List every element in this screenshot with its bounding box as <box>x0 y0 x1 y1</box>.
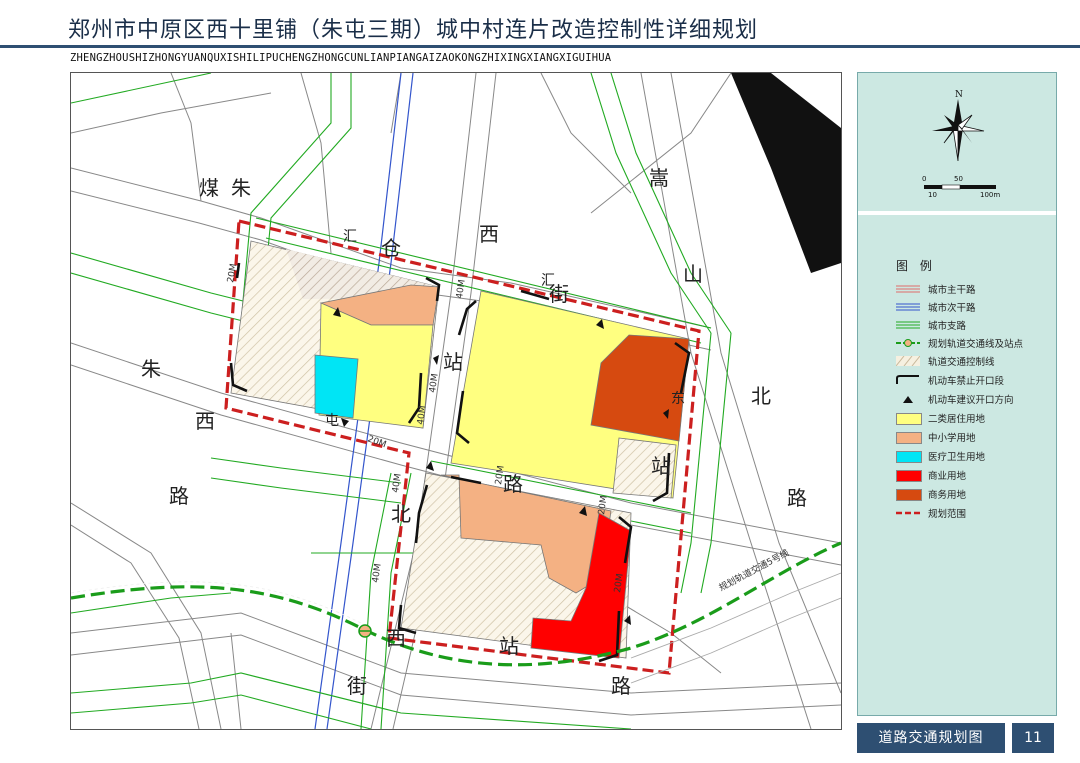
north-label: N <box>955 90 963 100</box>
rail-station-icon <box>358 624 372 638</box>
legend-item-opening-direction: 机动车建议开口方向 <box>858 392 1056 406</box>
legend-label: 规划范围 <box>928 509 967 520</box>
legend-label: 城市主干路 <box>928 285 976 296</box>
legend-item-school: 中小学用地 <box>858 430 1056 444</box>
scale-label: 0 <box>922 175 926 183</box>
legend-label: 城市支路 <box>928 321 967 332</box>
legend-label: 机动车禁止开口段 <box>928 376 1005 387</box>
road-char: 朱 <box>141 357 161 381</box>
scale-label: 100m <box>980 191 1000 199</box>
legend-label: 二类居住用地 <box>928 414 986 425</box>
medical-swatch <box>896 451 922 463</box>
road-char: 西 <box>386 626 406 650</box>
no-opening-icon <box>896 375 919 384</box>
scale-label: 50 <box>954 175 963 183</box>
north-arrow-icon: N <box>932 90 985 162</box>
road-char: 山 <box>683 262 703 286</box>
legend-item-business: 商务用地 <box>858 487 1056 501</box>
planning-map: 20M 40M 40M 40M 20M 40M 20M 40M 20M 20M … <box>70 72 842 730</box>
road-char: 站 <box>499 634 519 658</box>
page-subtitle: ZHENGZHOUSHIZHONGYUANQUXISHILIPUCHENGZHO… <box>70 52 612 64</box>
compass-box: N 0 50 10 100m <box>858 73 1056 215</box>
legend-item-residential: 二类居住用地 <box>858 411 1056 425</box>
legend-title: 图 例 <box>896 259 936 273</box>
legend-label: 机动车建议开口方向 <box>928 395 1014 406</box>
rail-station-icon <box>896 339 920 347</box>
road-char: 路 <box>503 472 523 496</box>
road-char: 站 <box>443 350 463 374</box>
drawing-title: 道路交通规划图 <box>857 723 1005 753</box>
legend-item-branch-road: 城市支路 <box>858 318 1056 332</box>
title-divider <box>0 45 1080 48</box>
opening-arrow-icon <box>903 396 913 403</box>
road-char: 站 <box>651 454 671 478</box>
legend-item-rail: 规划轨道交通线及站点 <box>858 336 1056 350</box>
legend-label: 中小学用地 <box>928 433 976 444</box>
school-swatch <box>896 432 922 444</box>
block-a-medical <box>314 354 359 419</box>
legend-label: 商务用地 <box>928 490 967 501</box>
residential-swatch <box>896 413 922 425</box>
rail-control-icon <box>896 356 920 366</box>
legend-label: 轨道交通控制线 <box>928 357 995 368</box>
legend-item-medical: 医疗卫生用地 <box>858 449 1056 463</box>
legend-item-boundary: 规划范围 <box>858 506 1056 520</box>
scale-bar: 0 50 10 100m <box>922 175 1000 199</box>
road-char: 仓 <box>381 236 401 260</box>
legend-item-secondary-road: 城市次干路 <box>858 300 1056 314</box>
road-char: 朱 <box>231 176 251 200</box>
legend-label: 规划轨道交通线及站点 <box>928 339 1024 350</box>
road-char: 路 <box>611 674 631 698</box>
road-char: 西 <box>479 222 499 246</box>
road-char: 北 <box>391 502 411 526</box>
legend-label: 商业用地 <box>928 471 967 482</box>
road-char: 屯 <box>325 413 339 429</box>
page-number: 11 <box>1012 723 1054 753</box>
road-char: 汇 <box>343 229 357 245</box>
legend-panel: N 0 50 10 100m 图 例 城市主干路 城市次干路 城市支路 规划轨道… <box>857 72 1057 716</box>
legend-item-rail-control: 轨道交通控制线 <box>858 354 1056 368</box>
commercial-swatch <box>896 470 922 482</box>
legend-item-main-road: 城市主干路 <box>858 282 1056 296</box>
business-swatch <box>896 489 922 501</box>
road-char: 路 <box>169 484 189 508</box>
legend-item-commercial: 商业用地 <box>858 468 1056 482</box>
road-char: 路 <box>787 486 807 510</box>
branch-road-icon <box>896 321 920 329</box>
road-char: 街 <box>347 674 367 698</box>
road-char: 东 <box>671 391 685 407</box>
road-char: 煤 <box>199 176 219 200</box>
boundary-icon <box>896 511 920 515</box>
road-char: 汇 <box>541 273 555 289</box>
page-title: 郑州市中原区西十里铺（朱屯三期）城中村连片改造控制性详细规划 <box>68 18 759 43</box>
legend-label: 医疗卫生用地 <box>928 452 986 463</box>
road-char: 嵩 <box>649 166 669 190</box>
legend-item-no-opening: 机动车禁止开口段 <box>858 373 1056 387</box>
secondary-road-icon <box>896 303 920 311</box>
road-char: 北 <box>751 384 771 408</box>
main-road-icon <box>896 285 920 293</box>
road-char: 西 <box>195 409 215 433</box>
scale-label: 10 <box>928 191 937 199</box>
legend-label: 城市次干路 <box>928 303 976 314</box>
